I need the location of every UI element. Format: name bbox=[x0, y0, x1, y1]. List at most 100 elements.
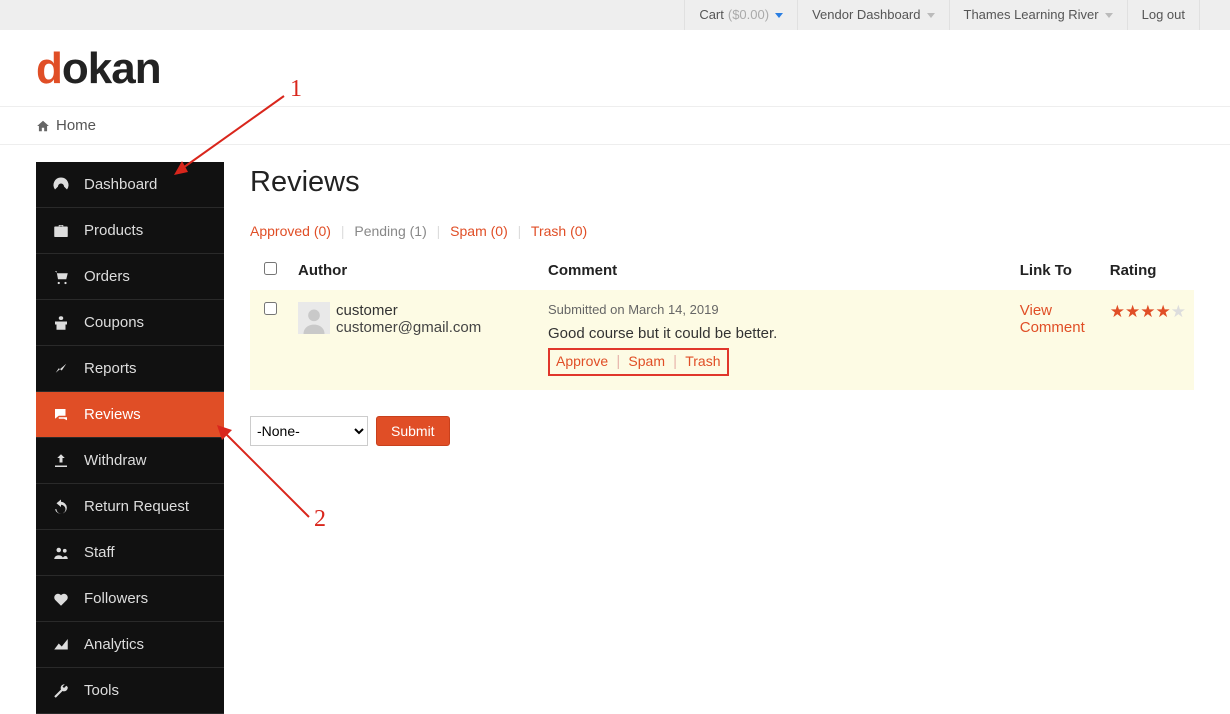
sidebar-item-label: Analytics bbox=[84, 636, 144, 653]
sidebar-item-label: Products bbox=[84, 222, 143, 239]
topbar-user[interactable]: Thames Learning River bbox=[949, 0, 1127, 30]
sidebar-item-label: Followers bbox=[84, 590, 148, 607]
logo-rest: okan bbox=[62, 44, 161, 93]
cart-icon bbox=[52, 268, 70, 286]
breadcrumb: Home bbox=[0, 106, 1230, 145]
star-empty-icon: ★ bbox=[1171, 302, 1186, 321]
annotation-number-2: 2 bbox=[314, 506, 326, 533]
action-spam[interactable]: Spam bbox=[628, 353, 665, 369]
main-content: 1 2 Reviews Approved (0) | Pending (1) |… bbox=[224, 162, 1194, 446]
status-tabs: Approved (0) | Pending (1) | Spam (0) | … bbox=[250, 223, 1194, 239]
separator: | bbox=[341, 223, 345, 239]
sidebar-item-tools[interactable]: Tools bbox=[36, 668, 224, 714]
sidebar-item-orders[interactable]: Orders bbox=[36, 254, 224, 300]
action-trash[interactable]: Trash bbox=[685, 353, 720, 369]
star-icon: ★ bbox=[1110, 302, 1125, 321]
bulk-actions: -None- Submit bbox=[250, 416, 1194, 446]
sidebar-item-label: Orders bbox=[84, 268, 130, 285]
chart-icon bbox=[52, 360, 70, 378]
topbar-cart[interactable]: Cart ($0.00) bbox=[684, 0, 797, 30]
sidebar: Dashboard Products Orders Coupons Report… bbox=[36, 162, 224, 714]
sidebar-item-withdraw[interactable]: Withdraw bbox=[36, 438, 224, 484]
sidebar-item-label: Coupons bbox=[84, 314, 144, 331]
star-icon: ★ bbox=[1125, 302, 1140, 321]
area-chart-icon bbox=[52, 636, 70, 654]
sidebar-item-dashboard[interactable]: Dashboard bbox=[36, 162, 224, 208]
bulk-action-select[interactable]: -None- bbox=[250, 416, 368, 446]
star-icon: ★ bbox=[1156, 302, 1171, 321]
separator: | bbox=[437, 223, 441, 239]
col-select bbox=[250, 253, 290, 290]
tab-pending[interactable]: Pending (1) bbox=[354, 223, 426, 239]
chevron-down-icon bbox=[775, 13, 783, 18]
sidebar-item-followers[interactable]: Followers bbox=[36, 576, 224, 622]
sidebar-item-label: Dashboard bbox=[84, 176, 157, 193]
separator: | bbox=[673, 353, 677, 370]
submitted-date: Submitted on March 14, 2019 bbox=[548, 302, 1004, 317]
sidebar-item-label: Reports bbox=[84, 360, 137, 377]
tab-approved[interactable]: Approved (0) bbox=[250, 223, 331, 239]
site-logo[interactable]: dokan bbox=[36, 44, 1194, 94]
view-comment-link[interactable]: View Comment bbox=[1020, 302, 1085, 336]
topbar-vendor-dashboard[interactable]: Vendor Dashboard bbox=[797, 0, 948, 30]
tab-spam[interactable]: Spam (0) bbox=[450, 223, 508, 239]
select-all-checkbox[interactable] bbox=[264, 262, 277, 275]
wrench-icon bbox=[52, 682, 70, 700]
sidebar-item-products[interactable]: Products bbox=[36, 208, 224, 254]
page-title: Reviews bbox=[250, 166, 1194, 199]
row-checkbox[interactable] bbox=[264, 302, 277, 315]
sidebar-item-label: Tools bbox=[84, 682, 119, 699]
sidebar-item-return-request[interactable]: Return Request bbox=[36, 484, 224, 530]
undo-icon bbox=[52, 498, 70, 516]
cart-label: Cart bbox=[699, 0, 724, 30]
header: dokan bbox=[0, 30, 1230, 106]
topbar: Cart ($0.00) Vendor Dashboard Thames Lea… bbox=[0, 0, 1230, 30]
sidebar-item-label: Staff bbox=[84, 544, 115, 561]
star-icon: ★ bbox=[1140, 302, 1155, 321]
sidebar-item-label: Withdraw bbox=[84, 452, 147, 469]
action-approve[interactable]: Approve bbox=[556, 353, 608, 369]
col-rating: Rating bbox=[1102, 253, 1194, 290]
sidebar-item-reviews[interactable]: Reviews bbox=[36, 392, 224, 438]
logout-label: Log out bbox=[1142, 0, 1185, 30]
reviews-table: Author Comment Link To Rating customer c… bbox=[250, 253, 1194, 390]
row-actions: Approve | Spam | Trash bbox=[548, 348, 729, 376]
home-icon bbox=[36, 119, 50, 133]
chevron-down-icon bbox=[1105, 13, 1113, 18]
chevron-down-icon bbox=[927, 13, 935, 18]
person-icon bbox=[300, 306, 328, 334]
breadcrumb-home[interactable]: Home bbox=[56, 117, 96, 134]
sidebar-item-analytics[interactable]: Analytics bbox=[36, 622, 224, 668]
gift-icon bbox=[52, 314, 70, 332]
bulk-submit-button[interactable]: Submit bbox=[376, 416, 450, 446]
avatar bbox=[298, 302, 330, 334]
tab-trash[interactable]: Trash (0) bbox=[531, 223, 587, 239]
users-icon bbox=[52, 544, 70, 562]
user-name: Thames Learning River bbox=[964, 0, 1099, 30]
sidebar-item-reports[interactable]: Reports bbox=[36, 346, 224, 392]
vendor-dashboard-label: Vendor Dashboard bbox=[812, 0, 920, 30]
cart-amount: ($0.00) bbox=[728, 0, 769, 30]
comment-text: Good course but it could be better. bbox=[548, 325, 1004, 342]
comments-icon bbox=[52, 406, 70, 424]
sidebar-item-coupons[interactable]: Coupons bbox=[36, 300, 224, 346]
logo-first-letter: d bbox=[36, 44, 62, 93]
upload-icon bbox=[52, 452, 70, 470]
heart-icon bbox=[52, 590, 70, 608]
rating-stars: ★★★★★ bbox=[1110, 302, 1186, 322]
col-linkto: Link To bbox=[1012, 253, 1102, 290]
sidebar-item-label: Reviews bbox=[84, 406, 141, 423]
separator: | bbox=[616, 353, 620, 370]
briefcase-icon bbox=[52, 222, 70, 240]
separator: | bbox=[518, 223, 522, 239]
col-comment: Comment bbox=[540, 253, 1012, 290]
topbar-logout[interactable]: Log out bbox=[1127, 0, 1200, 30]
sidebar-item-label: Return Request bbox=[84, 498, 189, 515]
author-email: customer@gmail.com bbox=[298, 319, 532, 336]
col-author: Author bbox=[290, 253, 540, 290]
layout: Dashboard Products Orders Coupons Report… bbox=[0, 145, 1230, 714]
dashboard-icon bbox=[52, 176, 70, 194]
author-name: customer bbox=[298, 302, 532, 319]
table-row: customer customer@gmail.com Submitted on… bbox=[250, 290, 1194, 390]
sidebar-item-staff[interactable]: Staff bbox=[36, 530, 224, 576]
